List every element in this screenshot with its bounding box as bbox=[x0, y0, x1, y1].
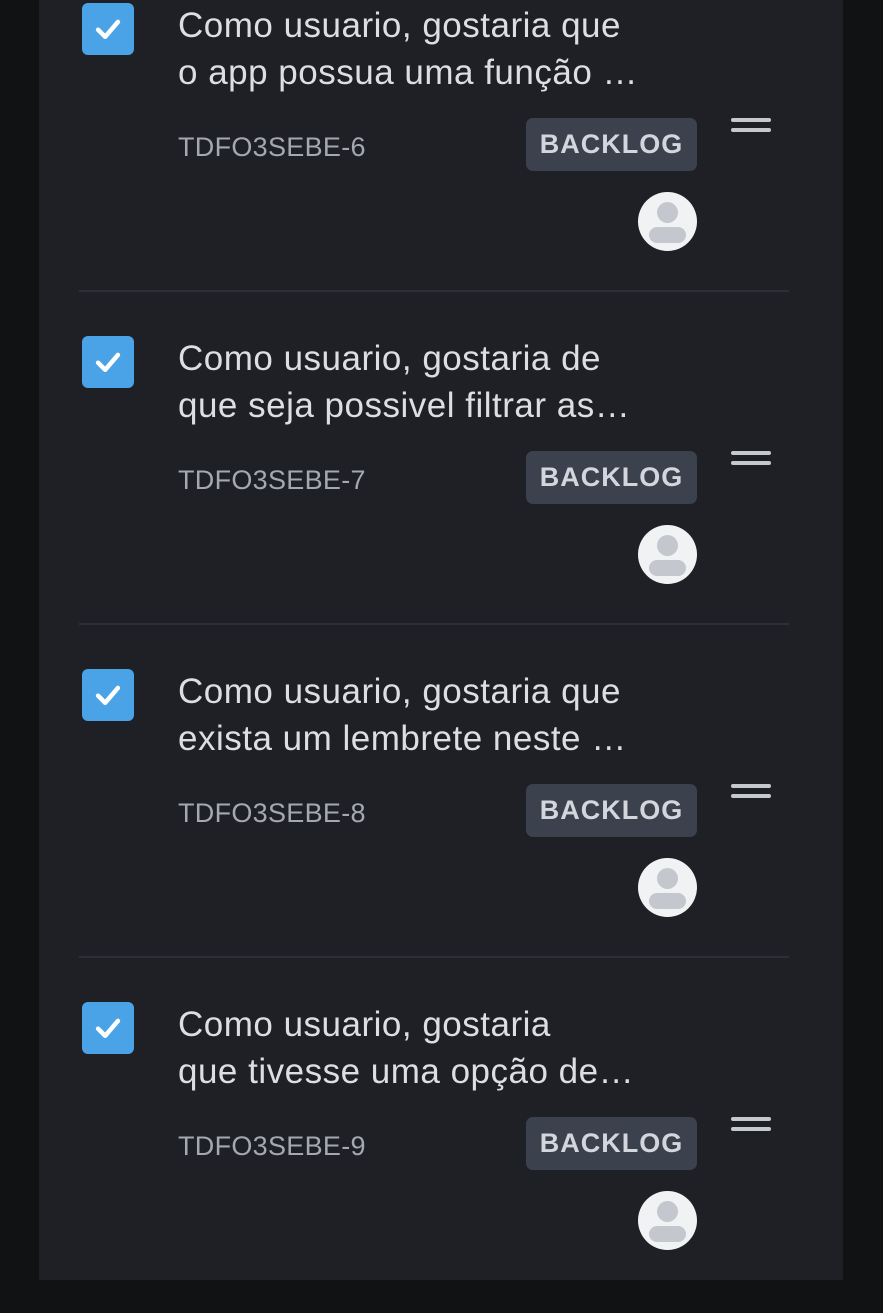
issue-checkbox[interactable] bbox=[82, 3, 134, 55]
drag-handle-icon[interactable] bbox=[731, 784, 771, 800]
user-avatar-icon[interactable] bbox=[638, 858, 697, 917]
status-badge[interactable]: BACKLOG bbox=[526, 118, 697, 171]
issue-key: TDFO3SEBE-8 bbox=[178, 798, 366, 828]
issue-key: TDFO3SEBE-9 bbox=[178, 1131, 366, 1161]
status-badge[interactable]: BACKLOG bbox=[526, 1117, 697, 1170]
divider bbox=[79, 956, 789, 958]
drag-handle-icon[interactable] bbox=[731, 451, 771, 467]
check-icon bbox=[95, 685, 121, 706]
divider bbox=[79, 623, 789, 625]
issue-checkbox[interactable] bbox=[82, 1002, 134, 1054]
issue-row[interactable]: Como usuario, gostaria que exista um lem… bbox=[39, 647, 843, 980]
issue-key: TDFO3SEBE-6 bbox=[178, 132, 366, 162]
issue-summary[interactable]: Como usuario, gostaria de que seja possi… bbox=[178, 335, 708, 429]
issue-summary-line: Como usuario, gostaria bbox=[178, 1005, 551, 1044]
issue-summary[interactable]: Como usuario, gostaria que tivesse uma o… bbox=[178, 1001, 708, 1095]
issue-list-panel: Como usuario, gostaria que o app possua … bbox=[39, 0, 843, 1280]
issue-summary-line: Como usuario, gostaria de bbox=[178, 339, 601, 378]
issue-summary-line: que tivesse uma opção de… bbox=[178, 1052, 635, 1091]
issue-summary[interactable]: Como usuario, gostaria que o app possua … bbox=[178, 2, 708, 96]
issue-summary-line: o app possua uma função … bbox=[178, 53, 639, 92]
issue-checkbox[interactable] bbox=[82, 336, 134, 388]
issue-summary-line: Como usuario, gostaria que bbox=[178, 6, 621, 45]
issue-summary-line: que seja possivel filtrar as… bbox=[178, 386, 631, 425]
check-icon bbox=[95, 19, 121, 40]
divider bbox=[79, 290, 789, 292]
issue-key: TDFO3SEBE-7 bbox=[178, 465, 366, 495]
issue-row[interactable]: Como usuario, gostaria de que seja possi… bbox=[39, 314, 843, 647]
issue-summary-line: Como usuario, gostaria que bbox=[178, 672, 621, 711]
issue-row[interactable]: Como usuario, gostaria que o app possua … bbox=[39, 0, 843, 314]
drag-handle-icon[interactable] bbox=[731, 118, 771, 134]
user-avatar-icon[interactable] bbox=[638, 192, 697, 251]
user-avatar-icon[interactable] bbox=[638, 1191, 697, 1250]
issue-checkbox[interactable] bbox=[82, 669, 134, 721]
drag-handle-icon[interactable] bbox=[731, 1117, 771, 1133]
status-badge[interactable]: BACKLOG bbox=[526, 784, 697, 837]
check-icon bbox=[95, 352, 121, 373]
status-badge[interactable]: BACKLOG bbox=[526, 451, 697, 504]
issue-summary[interactable]: Como usuario, gostaria que exista um lem… bbox=[178, 668, 708, 762]
check-icon bbox=[95, 1018, 121, 1039]
issue-summary-line: exista um lembrete neste … bbox=[178, 719, 627, 758]
user-avatar-icon[interactable] bbox=[638, 525, 697, 584]
issue-row[interactable]: Como usuario, gostaria que tivesse uma o… bbox=[39, 980, 843, 1313]
